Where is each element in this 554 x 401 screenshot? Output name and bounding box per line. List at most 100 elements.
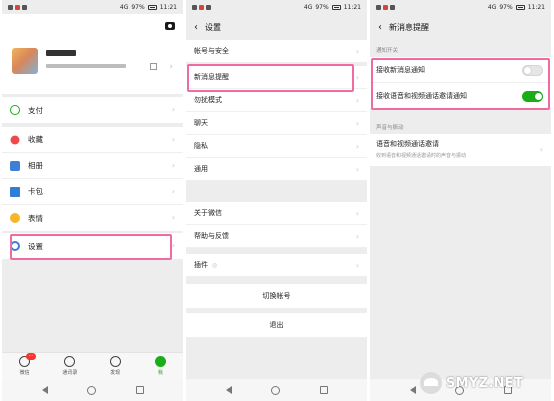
back-arrow-icon[interactable]: ‹ bbox=[194, 22, 198, 33]
call-invite-sound-item[interactable]: 语音和视频通话邀请 收到语音和视频通话邀请时的声音与振动 › bbox=[370, 134, 551, 166]
emoji-icon bbox=[10, 213, 20, 223]
person-icon bbox=[154, 356, 166, 367]
logout-button[interactable]: 退出 bbox=[186, 313, 367, 338]
settings-label: 隐私 bbox=[194, 142, 208, 150]
android-nav-bar bbox=[2, 379, 183, 401]
chevron-right-icon: › bbox=[355, 232, 359, 241]
tab-label: 发现 bbox=[110, 370, 121, 376]
account-group: 帐号与安全 › bbox=[186, 40, 367, 63]
qr-code-icon[interactable] bbox=[150, 63, 157, 70]
settings-item-privacy[interactable]: 隐私 › bbox=[186, 135, 367, 158]
call-invite-toggle[interactable] bbox=[522, 91, 543, 102]
tab-me[interactable]: 我 bbox=[145, 356, 175, 376]
favorites-icon bbox=[10, 135, 20, 144]
menu-item-favorites[interactable]: 收藏 › bbox=[2, 127, 183, 153]
album-icon bbox=[10, 160, 20, 171]
signal-text: 4G bbox=[487, 3, 497, 11]
settings-item-account-security[interactable]: 帐号与安全 › bbox=[186, 40, 367, 63]
back-triangle-icon[interactable] bbox=[225, 386, 232, 394]
settings-item-general[interactable]: 通用 › bbox=[186, 158, 367, 181]
settings-item-plugins[interactable]: 插件 ◎ › bbox=[186, 254, 367, 277]
toggle-row-call-invite: 接收语音和视频通话邀请通知 bbox=[370, 83, 551, 109]
info-icon: ◎ bbox=[212, 261, 218, 269]
chevron-right-icon: › bbox=[355, 165, 359, 174]
chevron-right-icon: › bbox=[355, 261, 359, 270]
signal-text: 4G bbox=[303, 3, 313, 11]
chevron-right-icon: › bbox=[171, 105, 175, 114]
status-bar: 4G 97% 11:21 bbox=[370, 0, 551, 14]
back-arrow-icon[interactable]: ‹ bbox=[378, 22, 382, 33]
settings-item-chat[interactable]: 聊天 › bbox=[186, 112, 367, 135]
payment-icon bbox=[10, 105, 20, 115]
notify-switch-group: 接收新消息通知 接收语音和视频通话邀请通知 bbox=[370, 57, 551, 109]
menu-item-settings[interactable]: 设置 › bbox=[2, 233, 183, 259]
menu-item-payment[interactable]: 支付 › bbox=[2, 97, 183, 123]
menu-item-wallet[interactable]: 卡包 › bbox=[2, 179, 183, 205]
settings-label: 关于微信 bbox=[194, 209, 222, 217]
screenshot-stage: 4G 97% 11:21 › 支付 › 收藏 › 相册 › 卡包 › 表情 › … bbox=[0, 0, 554, 401]
tab-label: 通讯录 bbox=[62, 370, 78, 376]
battery-icon bbox=[515, 4, 525, 10]
menu-item-emoji[interactable]: 表情 › bbox=[2, 205, 183, 231]
chevron-right-icon: › bbox=[355, 73, 359, 82]
watermark-logo-icon bbox=[420, 372, 442, 394]
avatar[interactable] bbox=[12, 48, 38, 74]
sound-group: 语音和视频通话邀请 收到语音和视频通话邀请时的声音与振动 › bbox=[370, 134, 551, 166]
gear-icon bbox=[10, 241, 20, 251]
tab-label: 我 bbox=[157, 370, 163, 376]
status-bar: 4G 97% 11:21 bbox=[186, 0, 367, 14]
bottom-tab-bar: ··· 微信 通讯录 发现 我 bbox=[2, 352, 183, 379]
toggle-label: 接收语音和视频通话邀请通知 bbox=[376, 91, 467, 100]
camera-icon[interactable] bbox=[165, 22, 175, 30]
settings-item-new-message[interactable]: 新消息提醒 › bbox=[186, 66, 367, 89]
profile-card[interactable]: › bbox=[2, 14, 183, 94]
tab-chats[interactable]: ··· 微信 bbox=[10, 353, 40, 376]
chevron-right-icon: › bbox=[169, 62, 173, 72]
switch-account-button[interactable]: 切换帐号 bbox=[186, 284, 367, 309]
chevron-right-icon: › bbox=[171, 213, 175, 222]
wechat-id-redacted bbox=[46, 64, 126, 68]
recent-apps-icon[interactable] bbox=[319, 386, 328, 394]
phone-settings-screen: 4G 97% 11:21 ‹ 设置 帐号与安全 › 新消息提醒 › 勿扰模式 › 聊天… bbox=[186, 0, 367, 401]
menu-label: 卡包 bbox=[28, 187, 43, 196]
back-triangle-icon[interactable] bbox=[41, 386, 48, 394]
settings-item-do-not-disturb[interactable]: 勿扰模式 › bbox=[186, 89, 367, 112]
chevron-right-icon: › bbox=[355, 209, 359, 218]
home-circle-icon[interactable] bbox=[87, 385, 96, 395]
settings-label: 聊天 bbox=[194, 119, 208, 127]
settings-label: 帐号与安全 bbox=[194, 47, 229, 55]
page-header: ‹ 新消息提醒 bbox=[370, 14, 551, 40]
section-header-notify: 通知开关 bbox=[376, 48, 399, 54]
new-message-toggle[interactable] bbox=[522, 65, 543, 76]
status-bar: 4G 97% 11:21 bbox=[2, 0, 183, 14]
profile-name-redacted bbox=[46, 50, 76, 56]
recent-apps-icon[interactable] bbox=[135, 386, 144, 394]
menu-label: 表情 bbox=[28, 213, 43, 223]
battery-text: 97% bbox=[499, 3, 513, 11]
menu-item-album[interactable]: 相册 › bbox=[2, 153, 183, 179]
tab-contacts[interactable]: 通讯录 bbox=[55, 356, 85, 376]
chevron-right-icon: › bbox=[171, 161, 175, 170]
settings-label: 新消息提醒 bbox=[194, 73, 229, 81]
page-header: ‹ 设置 bbox=[186, 14, 367, 40]
item-title: 语音和视频通话邀请 bbox=[376, 140, 439, 148]
tab-discover[interactable]: 发现 bbox=[100, 356, 130, 376]
compass-icon bbox=[109, 356, 121, 367]
settings-item-help[interactable]: 帮助与反馈 › bbox=[186, 225, 367, 248]
settings-item-about[interactable]: 关于微信 › bbox=[186, 202, 367, 225]
about-group: 关于微信 › 帮助与反馈 › bbox=[186, 202, 367, 248]
signal-text: 4G bbox=[119, 3, 129, 11]
features-group: 收藏 › 相册 › 卡包 › 表情 › bbox=[2, 127, 183, 231]
phone-me-screen: 4G 97% 11:21 › 支付 › 收藏 › 相册 › 卡包 › 表情 › … bbox=[2, 0, 183, 401]
back-triangle-icon[interactable] bbox=[409, 386, 416, 394]
page-title: 新消息提醒 bbox=[389, 22, 429, 32]
plugins-group: 插件 ◎ › bbox=[186, 254, 367, 277]
chevron-right-icon: › bbox=[171, 187, 175, 196]
watermark-text: SMYZ.NET bbox=[446, 375, 524, 391]
home-circle-icon[interactable] bbox=[271, 385, 280, 395]
chevron-right-icon: › bbox=[355, 119, 359, 128]
chevron-right-icon: › bbox=[355, 47, 359, 56]
clock: 11:21 bbox=[343, 3, 361, 11]
unread-badge: ··· bbox=[25, 353, 37, 360]
toggle-label: 接收新消息通知 bbox=[376, 65, 425, 74]
